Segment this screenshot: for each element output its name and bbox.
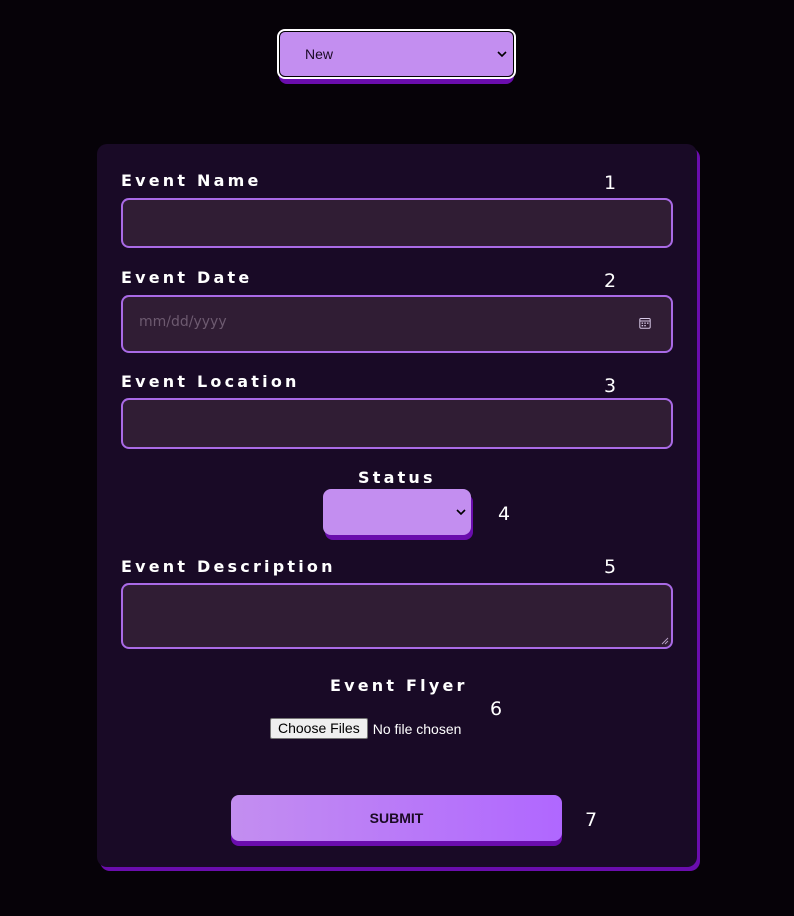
choose-files-button[interactable]: Choose Files [270,718,368,739]
submit-number: 7 [585,809,598,831]
calendar-icon[interactable] [639,317,651,329]
file-status-text: No file chosen [372,720,462,737]
mode-select-wrapper: New [277,29,516,84]
page: New Event Name 1 Event Date 2 mm/dd/yyyy… [0,0,794,916]
event-name-number: 1 [604,172,617,194]
status-number: 4 [498,503,511,525]
status-select[interactable] [323,489,471,535]
status-label: Status [358,468,436,487]
event-date-placeholder: mm/dd/yyyy [139,314,227,330]
event-date-label: Event Date [121,268,253,287]
event-description-textarea[interactable] [121,583,673,649]
event-location-number: 3 [604,375,617,397]
resize-grip-icon[interactable] [661,637,669,645]
chevron-down-icon [497,51,507,58]
event-name-label: Event Name [121,171,262,190]
event-flyer-label: Event Flyer [330,676,468,695]
mode-select-value: New [305,46,334,62]
event-flyer-file-input: Choose Files No file chosen [270,718,461,739]
event-name-input[interactable] [121,198,673,248]
event-location-input[interactable] [121,398,673,449]
chevron-down-icon [456,509,466,516]
submit-button-label: SUBMIT [369,810,424,826]
event-location-label: Event Location [121,372,300,391]
event-date-input[interactable]: mm/dd/yyyy [121,295,673,353]
event-date-number: 2 [604,270,617,292]
event-description-label: Event Description [121,557,336,576]
submit-button[interactable]: SUBMIT [231,795,562,841]
event-flyer-number: 6 [490,698,503,720]
event-description-number: 5 [604,556,617,578]
mode-select[interactable]: New [277,29,516,79]
